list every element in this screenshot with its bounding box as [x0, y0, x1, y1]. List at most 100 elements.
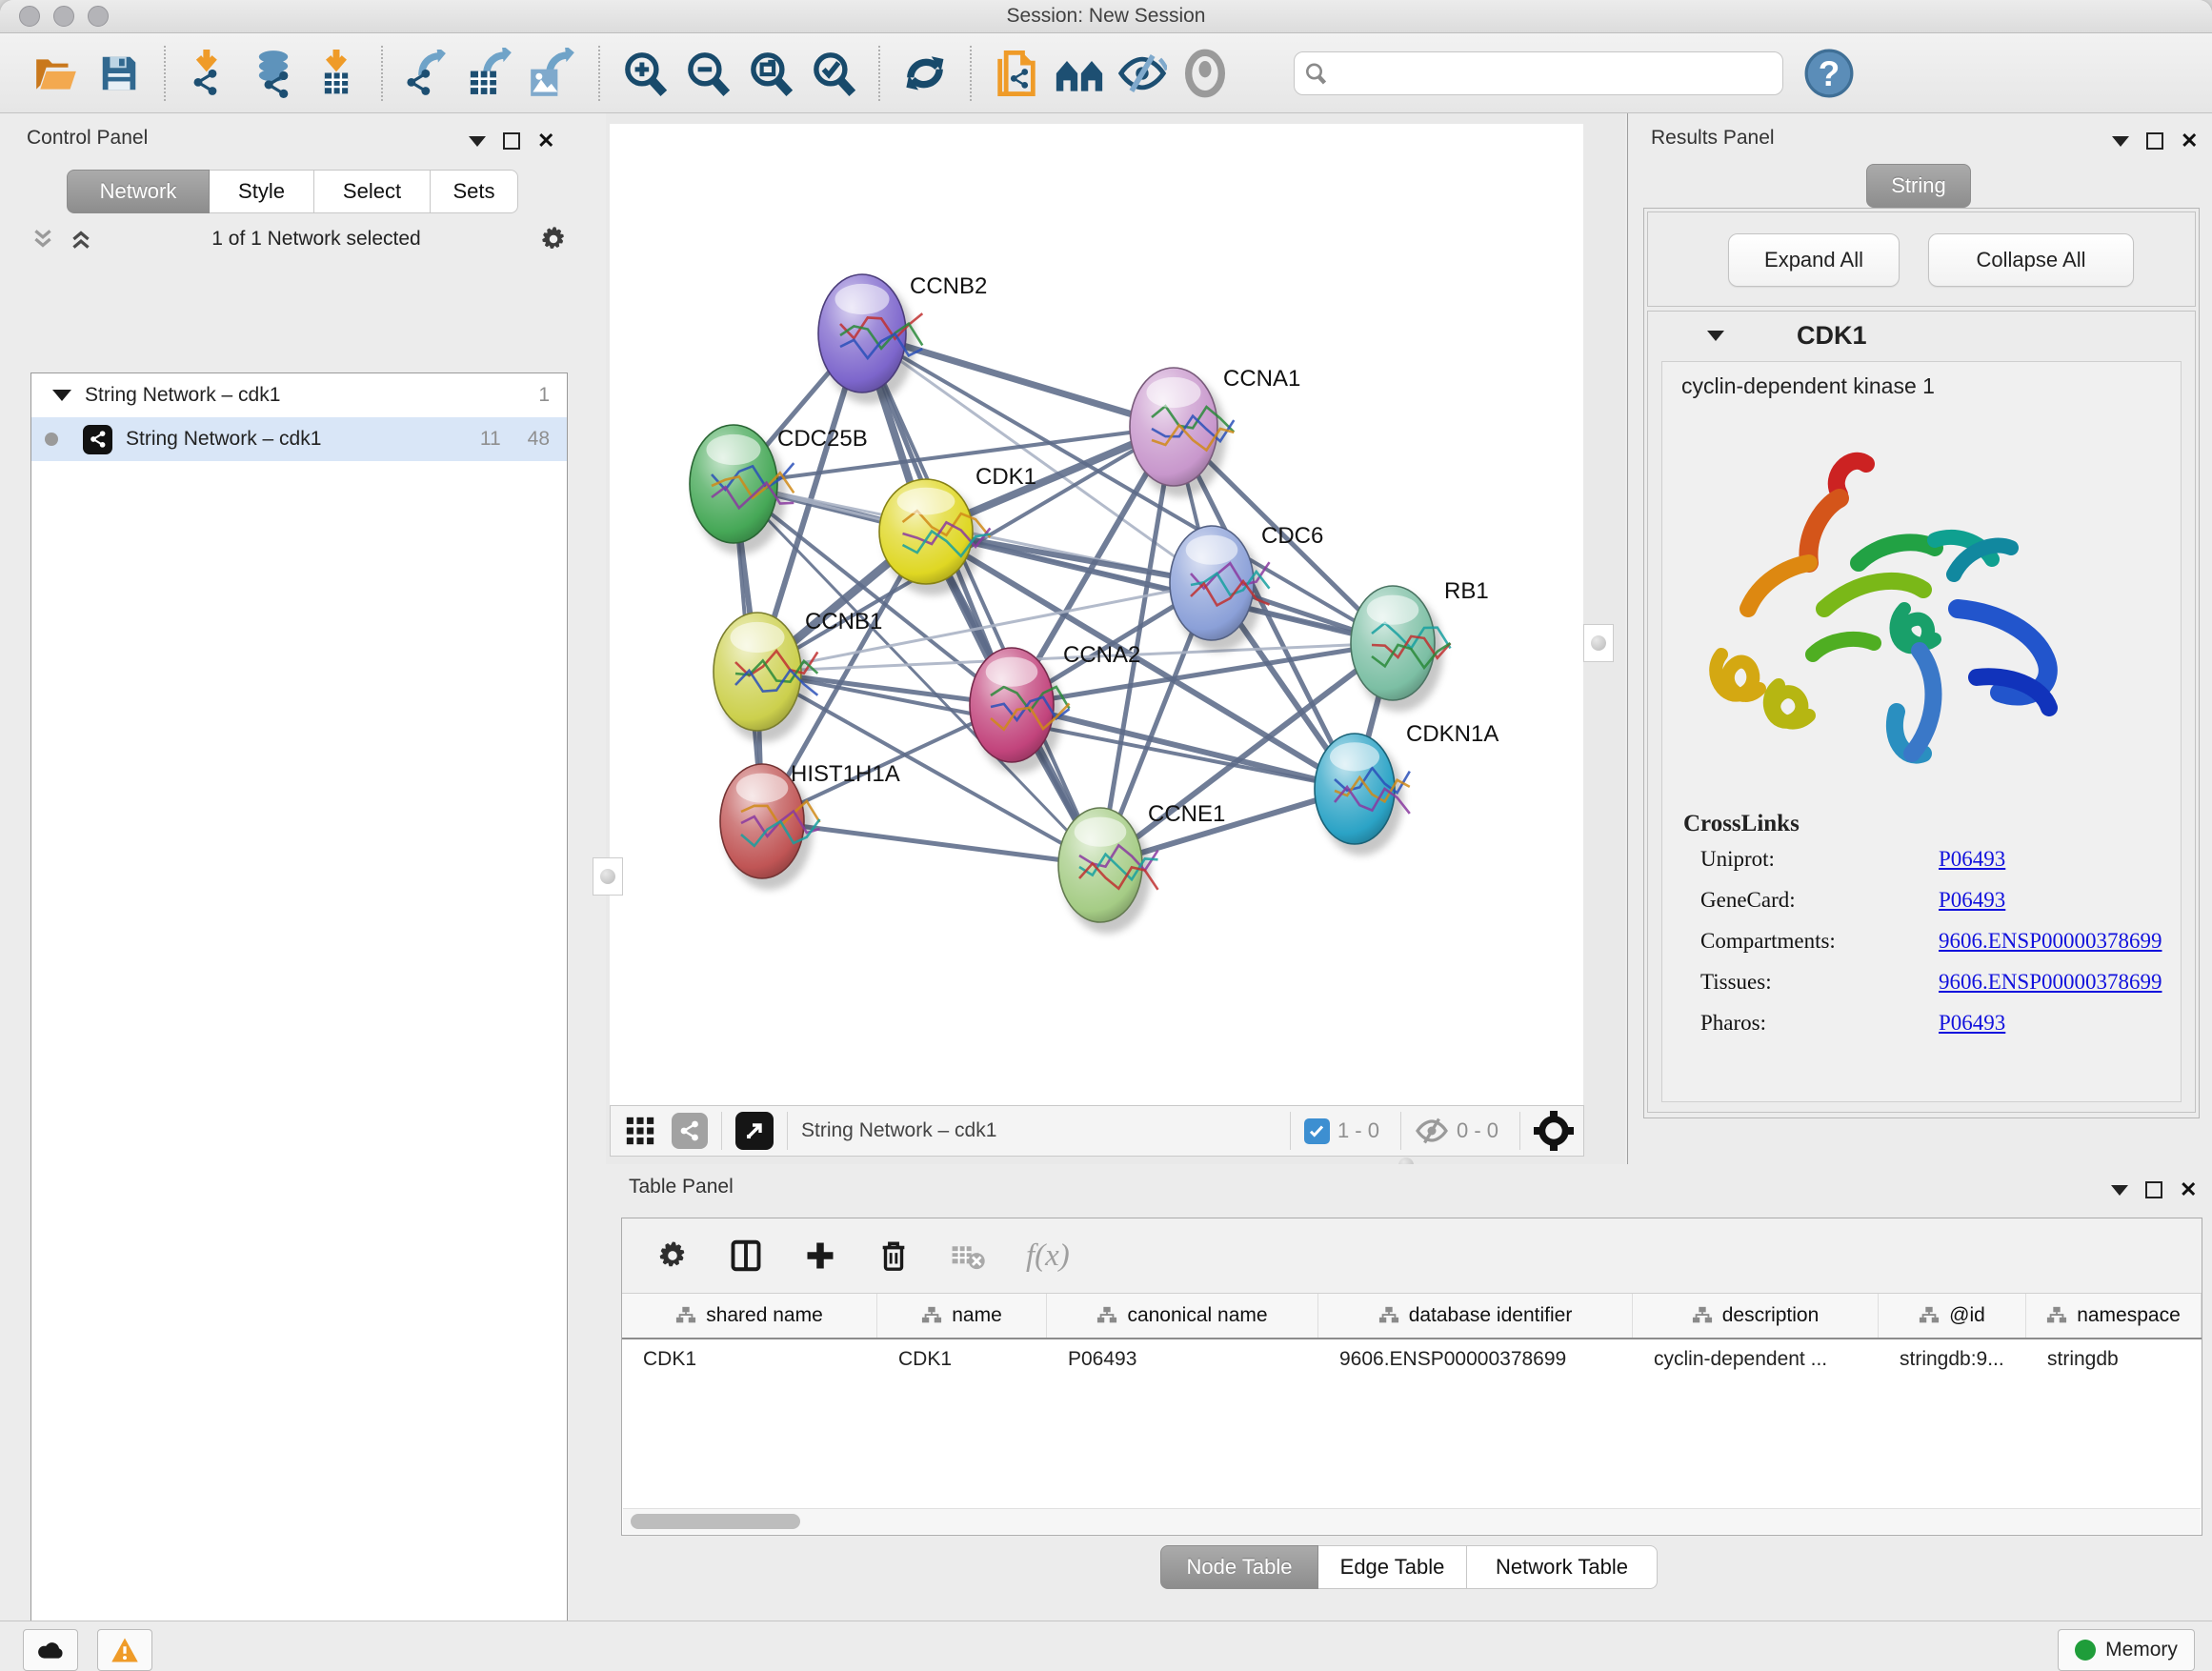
- expand-all-icon[interactable]: [69, 227, 93, 252]
- column-header-id[interactable]: @id: [1879, 1294, 2026, 1338]
- column-header-name[interactable]: name: [877, 1294, 1047, 1338]
- show-columns-icon[interactable]: [729, 1238, 763, 1273]
- create-column-icon[interactable]: [803, 1238, 837, 1273]
- collection-expander-icon[interactable]: [52, 390, 71, 401]
- birds-eye-crosshair-icon[interactable]: [1534, 1111, 1574, 1151]
- hide-selected-icon[interactable]: [1117, 49, 1167, 98]
- left-splitter-handle[interactable]: [593, 857, 623, 896]
- grid-view-icon[interactable]: [624, 1115, 656, 1147]
- search-input[interactable]: [1335, 61, 1773, 85]
- node-CCNA1[interactable]: CCNA1: [1130, 366, 1300, 497]
- column-header-label: shared name: [706, 1304, 823, 1327]
- node-CDC25B[interactable]: CDC25B: [690, 425, 868, 554]
- column-type-icon: [1096, 1305, 1117, 1326]
- crosslink-link[interactable]: P06493: [1939, 1011, 2005, 1036]
- import-table-icon[interactable]: [312, 49, 361, 98]
- table-panel-close-icon[interactable]: ✕: [2180, 1179, 2197, 1200]
- detach-view-icon[interactable]: [735, 1112, 774, 1150]
- network-view[interactable]: CCNB2CCNA1CDC25BCDK1CDC6RB1CCNB1CCNA2CDK…: [610, 124, 1583, 1105]
- column-type-icon: [1919, 1305, 1940, 1326]
- cell-description[interactable]: cyclin-dependent ...: [1633, 1348, 1879, 1371]
- table-row[interactable]: CDK1CDK1P064939606.ENSP00000378699cyclin…: [622, 1339, 2202, 1379]
- network-view-toolbar: String Network – cdk1 1 - 0 0 - 0: [610, 1105, 1584, 1157]
- import-network-file-icon[interactable]: [186, 49, 235, 98]
- selected-checkbox-icon[interactable]: [1304, 1118, 1330, 1144]
- search-box[interactable]: [1294, 51, 1783, 95]
- table-tab-edge-table[interactable]: Edge Table: [1318, 1545, 1467, 1589]
- network-options-gear-icon[interactable]: [539, 225, 568, 253]
- export-image-icon[interactable]: [529, 49, 578, 98]
- zoom-selected-icon[interactable]: [809, 49, 858, 98]
- node-RB1[interactable]: RB1: [1351, 578, 1489, 712]
- first-neighbors-icon[interactable]: [1055, 49, 1104, 98]
- crosslink-link[interactable]: 9606.ENSP00000378699: [1939, 929, 2162, 954]
- cell-sharedname[interactable]: CDK1: [622, 1348, 877, 1371]
- node-HIST1H1A[interactable]: HIST1H1A: [720, 761, 900, 890]
- open-session-icon[interactable]: [31, 49, 81, 98]
- control-tab-style[interactable]: Style: [210, 170, 314, 213]
- results-panel-float-icon[interactable]: [2146, 132, 2163, 150]
- cell-id[interactable]: stringdb:9...: [1879, 1348, 2026, 1371]
- results-panel-menu-icon[interactable]: [2112, 136, 2129, 147]
- node-CDK1[interactable]: CDK1: [879, 464, 1036, 595]
- network-collection-row[interactable]: String Network – cdk1 1: [31, 373, 567, 417]
- column-header-canonicalname[interactable]: canonical name: [1047, 1294, 1318, 1338]
- node-CCNB1[interactable]: CCNB1: [714, 609, 882, 742]
- cell-name[interactable]: CDK1: [877, 1348, 1047, 1371]
- export-network-icon[interactable]: [403, 49, 452, 98]
- gene-section-expander-icon[interactable]: [1707, 331, 1724, 341]
- expand-all-button[interactable]: Expand All: [1728, 233, 1900, 287]
- collapse-all-icon[interactable]: [30, 227, 55, 252]
- table-panel-float-icon[interactable]: [2145, 1181, 2162, 1198]
- table-panel-menu-icon[interactable]: [2111, 1185, 2128, 1196]
- crosslink-link[interactable]: P06493: [1939, 847, 2005, 872]
- export-table-icon[interactable]: [466, 49, 515, 98]
- right-splitter-handle[interactable]: [1583, 624, 1614, 662]
- column-header-sharedname[interactable]: shared name: [622, 1294, 877, 1338]
- results-tab-string[interactable]: String: [1866, 164, 1971, 208]
- toolbar-separator: [164, 46, 166, 101]
- table-horizontal-scrollbar[interactable]: [623, 1508, 2201, 1534]
- cell-canonicalname[interactable]: P06493: [1047, 1348, 1318, 1371]
- control-tab-sets[interactable]: Sets: [431, 170, 518, 213]
- column-header-description[interactable]: description: [1633, 1294, 1879, 1338]
- column-header-databaseidentifier[interactable]: database identifier: [1318, 1294, 1633, 1338]
- node-CCNB2[interactable]: CCNB2: [818, 273, 987, 404]
- results-panel-close-icon[interactable]: ✕: [2181, 131, 2198, 151]
- zoom-in-icon[interactable]: [620, 49, 670, 98]
- help-icon[interactable]: ?: [1804, 49, 1854, 98]
- zoom-fit-icon[interactable]: [746, 49, 795, 98]
- table-tab-node-table[interactable]: Node Table: [1160, 1545, 1318, 1589]
- control-panel-float-icon[interactable]: [503, 132, 520, 150]
- network-graph[interactable]: CCNB2CCNA1CDC25BCDK1CDC6RB1CCNB1CCNA2CDK…: [610, 124, 1583, 1105]
- save-session-icon[interactable]: [94, 49, 144, 98]
- table-options-gear-icon[interactable]: [656, 1239, 689, 1272]
- crosslink-link[interactable]: 9606.ENSP00000378699: [1939, 970, 2162, 995]
- delete-column-icon[interactable]: [877, 1239, 910, 1272]
- cloud-status-button[interactable]: [23, 1629, 78, 1671]
- apply-layout-icon[interactable]: [900, 49, 950, 98]
- import-network-database-icon[interactable]: [249, 49, 298, 98]
- control-panel-close-icon[interactable]: ✕: [537, 131, 554, 151]
- new-network-from-selection-icon[interactable]: [992, 49, 1041, 98]
- column-header-namespace[interactable]: namespace: [2026, 1294, 2202, 1338]
- crosslink-link[interactable]: P06493: [1939, 888, 2005, 913]
- memory-button[interactable]: Memory: [2058, 1629, 2195, 1671]
- node-CCNE1[interactable]: CCNE1: [1058, 801, 1225, 934]
- column-header-label: canonical name: [1127, 1304, 1267, 1327]
- network-badge-icon[interactable]: [672, 1113, 708, 1149]
- cell-databaseidentifier[interactable]: 9606.ENSP00000378699: [1318, 1348, 1633, 1371]
- zoom-out-icon[interactable]: [683, 49, 733, 98]
- node-CDKN1A[interactable]: CDKN1A: [1315, 721, 1498, 856]
- control-tab-select[interactable]: Select: [314, 170, 431, 213]
- show-all-icon[interactable]: [1180, 49, 1230, 98]
- table-tab-network-table[interactable]: Network Table: [1467, 1545, 1658, 1589]
- scrollbar-thumb[interactable]: [631, 1514, 800, 1529]
- cell-namespace[interactable]: stringdb: [2026, 1348, 2202, 1371]
- network-row-selected[interactable]: String Network – cdk1 11 48: [31, 417, 567, 461]
- control-tab-network[interactable]: Network: [67, 170, 210, 213]
- warnings-button[interactable]: [97, 1629, 152, 1671]
- node-CCNA2[interactable]: CCNA2: [970, 642, 1140, 774]
- control-panel-menu-icon[interactable]: [469, 136, 486, 147]
- collapse-all-button[interactable]: Collapse All: [1928, 233, 2134, 287]
